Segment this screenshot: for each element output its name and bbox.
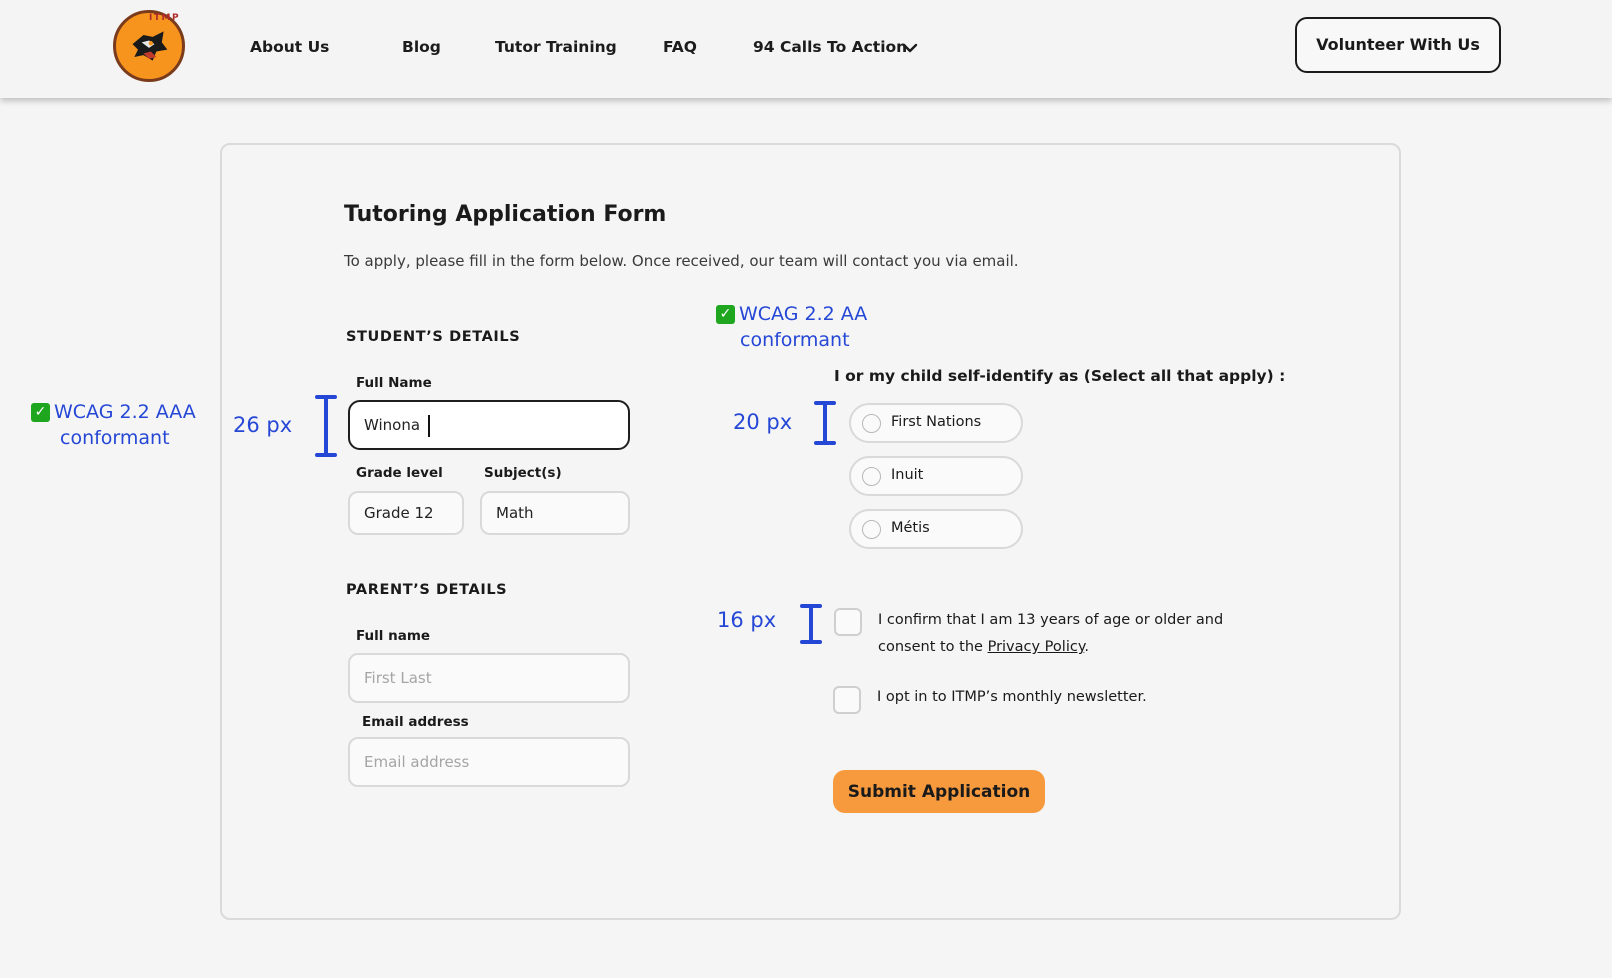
radio-circle-icon[interactable]: [862, 467, 881, 486]
radio-circle-icon[interactable]: [862, 520, 881, 539]
consent-suffix: .: [1084, 639, 1089, 655]
submit-application-button[interactable]: Submit Application: [833, 770, 1045, 813]
size-label-26px: 26 px: [233, 413, 293, 437]
height-measure-icon: [814, 401, 836, 445]
nav-tutor-training[interactable]: Tutor Training: [495, 38, 617, 56]
age-consent-text-line2: consent to the Privacy Policy.: [878, 634, 1089, 660]
form-title: Tutoring Application Form: [344, 202, 667, 227]
text-caret: [428, 415, 430, 437]
self-identify-question: I or my child self-identify as (Select a…: [834, 367, 1286, 385]
parent-full-name-input[interactable]: [348, 653, 630, 703]
email-address-input[interactable]: [348, 737, 630, 787]
option-first-nations[interactable]: First Nations: [849, 403, 1023, 443]
consent-prefix: consent to the: [878, 639, 988, 655]
grade-level-input[interactable]: [348, 491, 464, 535]
radio-circle-icon[interactable]: [862, 414, 881, 433]
size-label-20px: 20 px: [733, 410, 793, 434]
option-inuit[interactable]: Inuit: [849, 456, 1023, 496]
top-navbar: ITMP About Us Blog Tutor Training FAQ 94…: [0, 0, 1612, 98]
subjects-label: Subject(s): [484, 465, 562, 481]
parent-full-name-label: Full name: [356, 628, 431, 644]
wcag-aaa-line1: WCAG 2.2 AAA: [54, 401, 196, 423]
nav-blog[interactable]: Blog: [402, 38, 441, 56]
subjects-input[interactable]: [480, 491, 630, 535]
age-consent-text-line1: I confirm that I am 13 years of age or o…: [878, 612, 1224, 628]
student-full-name-input[interactable]: [348, 400, 630, 450]
option-label: First Nations: [891, 414, 982, 430]
nav-about-us[interactable]: About Us: [250, 38, 329, 56]
grade-level-label: Grade level: [356, 465, 443, 481]
student-full-name-label: Full Name: [356, 375, 432, 391]
student-details-heading: STUDENT’S DETAILS: [346, 329, 521, 345]
form-description: To apply, please fill in the form below.…: [344, 252, 1019, 270]
wcag-aa-line2: conformant: [740, 329, 850, 351]
wcag-aa-annotation: ✓ WCAG 2.2 AA: [716, 303, 867, 325]
newsletter-checkbox[interactable]: [833, 686, 861, 714]
height-measure-icon: [800, 604, 822, 644]
green-check-icon: ✓: [31, 403, 50, 422]
size-label-16px: 16 px: [717, 608, 777, 632]
wcag-aaa-annotation: ✓ WCAG 2.2 AAA: [31, 401, 196, 423]
wcag-aa-line1: WCAG 2.2 AA: [739, 303, 868, 325]
email-address-label: Email address: [362, 714, 469, 730]
chevron-down-icon[interactable]: [902, 42, 918, 54]
height-measure-icon: [315, 395, 337, 457]
logo-lettering: ITMP: [149, 13, 181, 23]
option-label: Métis: [891, 520, 930, 536]
volunteer-with-us-button[interactable]: Volunteer With Us: [1295, 17, 1501, 73]
wcag-aaa-line2: conformant: [60, 427, 170, 449]
nav-faq[interactable]: FAQ: [663, 38, 697, 56]
age-consent-checkbox[interactable]: [834, 608, 862, 636]
parent-details-heading: PARENT’S DETAILS: [346, 582, 508, 598]
nav-94-calls-to-action[interactable]: 94 Calls To Action: [753, 38, 907, 56]
option-metis[interactable]: Métis: [849, 509, 1023, 549]
newsletter-text: I opt in to ITMP’s monthly newsletter.: [877, 689, 1147, 705]
privacy-policy-link[interactable]: Privacy Policy: [988, 639, 1085, 655]
option-label: Inuit: [891, 467, 924, 483]
green-check-icon: ✓: [716, 305, 735, 324]
